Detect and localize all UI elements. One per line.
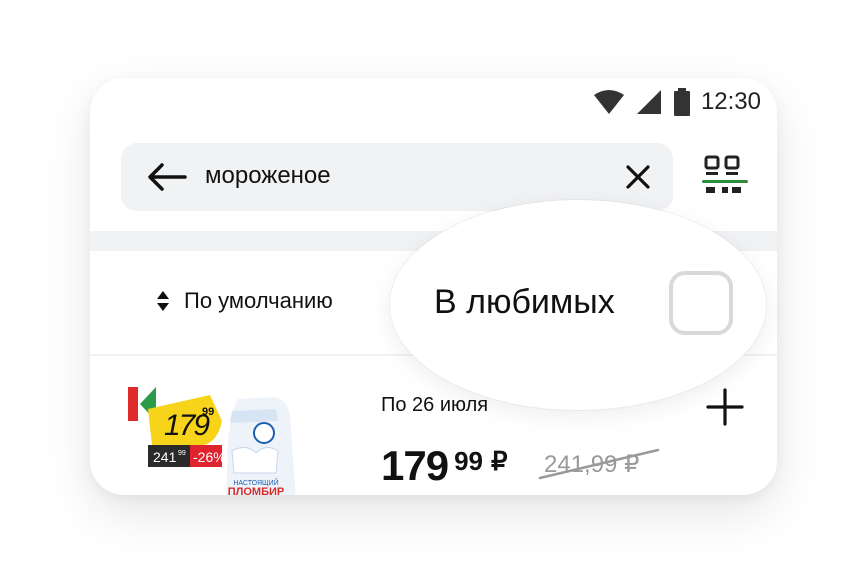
sort-label: По умолчанию [184, 288, 333, 313]
back-arrow-icon[interactable] [147, 163, 187, 191]
price-badge: 179 99 241 99 -26% [148, 395, 226, 467]
add-to-cart-button[interactable] [706, 388, 744, 426]
pack-text: НАСТОЯЩИЙ ПЛОМБИР [228, 478, 285, 495]
sort-dropdown[interactable]: По умолчанию [156, 288, 333, 314]
signal-icon [636, 90, 661, 114]
wifi-icon [593, 90, 624, 114]
current-price: 179 99 ₽ [381, 442, 508, 490]
search-input[interactable]: мороженое [205, 162, 331, 190]
sort-icon [157, 291, 169, 311]
svg-text:ПЛОМБИР: ПЛОМБИР [228, 486, 285, 495]
battery-icon [673, 88, 690, 116]
svg-text:241: 241 [153, 449, 177, 465]
clear-icon[interactable] [625, 164, 651, 190]
product-image[interactable]: НАСТОЯЩИЙ ПЛОМБИР 179 99 241 99 -26% [126, 381, 296, 495]
price-currency: ₽ [491, 446, 508, 476]
price-kop: 99 [454, 446, 483, 476]
svg-text:99: 99 [178, 450, 186, 457]
strikethrough-line [538, 448, 660, 480]
status-bar: 12:30 [593, 88, 761, 116]
favorites-checkbox[interactable] [669, 271, 733, 335]
status-time: 12:30 [700, 88, 761, 115]
old-price: 241,99 ₽ [538, 448, 660, 480]
barcode-scan-icon[interactable] [702, 154, 748, 198]
favorites-label: В любимых [434, 283, 615, 321]
svg-text:-26%: -26% [193, 449, 226, 465]
svg-text:99: 99 [202, 406, 214, 418]
promo-date: По 26 июля [381, 394, 489, 416]
price-main: 179 [381, 442, 449, 489]
